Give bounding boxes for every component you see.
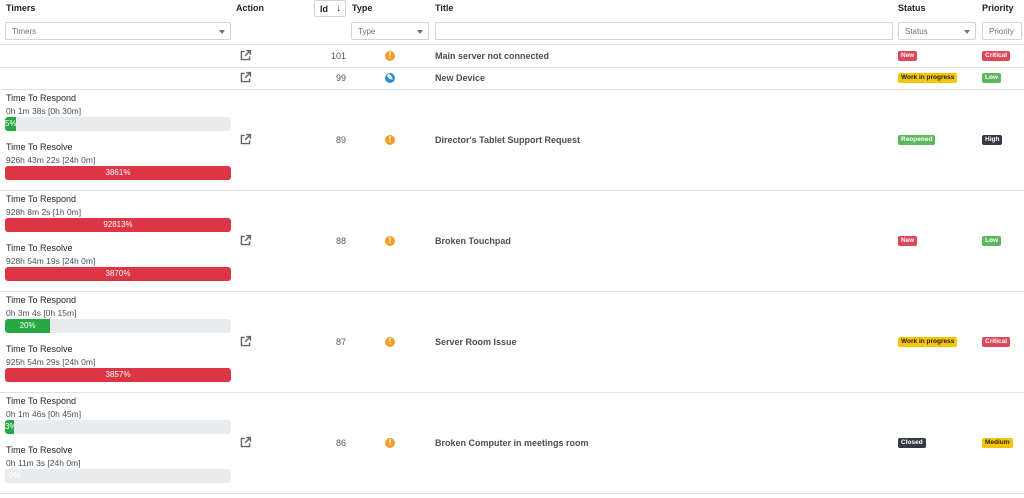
timer-progress-bar: 5% xyxy=(5,117,231,131)
status-filter-value: Status xyxy=(905,27,928,36)
ticket-id: 99 xyxy=(335,73,346,83)
chevron-down-icon xyxy=(219,30,225,34)
table-row[interactable]: 88! Broken Touchpad New Low Time To Respond 9… xyxy=(0,191,1024,292)
chevron-down-icon xyxy=(417,30,423,34)
table-row[interactable]: 101! Main server not connected New Critical xyxy=(0,45,1024,68)
ticket-title[interactable]: New Device xyxy=(435,73,485,83)
device-request-icon: ✎ xyxy=(385,73,395,83)
open-link-icon[interactable] xyxy=(239,71,252,84)
open-link-icon[interactable] xyxy=(239,49,252,62)
type-filter-value: Type xyxy=(358,27,376,36)
timer-progress-fill: 3861% xyxy=(5,166,231,180)
ticket-id: 88 xyxy=(335,236,346,246)
priority-badge: Critical xyxy=(982,337,1011,347)
col-header-id-sort[interactable]: Id ↓ xyxy=(314,0,346,17)
open-link-icon[interactable] xyxy=(239,133,252,146)
timer-value: 0h 3m 4s [0h 15m] xyxy=(6,308,77,318)
col-header-action: Action xyxy=(236,3,264,13)
timer-label: Time To Respond xyxy=(6,295,77,305)
timer-progress-fill: 92813% xyxy=(5,218,231,232)
priority-badge: Low xyxy=(982,236,1001,246)
status-badge: Work in progress xyxy=(898,337,958,347)
timer-value: 0h 1m 38s [0h 30m] xyxy=(6,106,82,116)
open-link-icon[interactable] xyxy=(239,234,252,247)
type-filter-select[interactable]: Type xyxy=(351,22,429,40)
timer-label: Time To Respond xyxy=(6,194,77,204)
filter-row: Timers Type Status Priority xyxy=(0,19,1024,45)
status-filter-select[interactable]: Status xyxy=(898,22,976,40)
timer-progress-fill: 3% xyxy=(5,420,15,434)
timer-value: 0h 1m 46s [0h 45m] xyxy=(6,409,82,419)
timers-filter-value: Timers xyxy=(12,27,37,36)
timer-label: Time To Resolve xyxy=(6,142,73,152)
table-header: Timers Action Id ↓ Type Title Status Pri… xyxy=(0,0,1024,19)
timer-value: 925h 54m 29s [24h 0m] xyxy=(6,357,96,367)
priority-badge: High xyxy=(982,135,1003,145)
exclamation-icon: ! xyxy=(385,236,395,246)
status-badge: Reopened xyxy=(898,135,936,145)
col-header-type[interactable]: Type xyxy=(352,3,372,13)
timer-progress-fill: 5% xyxy=(5,117,17,131)
timer-value: 0h 11m 3s [24h 0m] xyxy=(6,458,81,468)
table-row[interactable]: 99 ✎ New Device Work in progress Low xyxy=(0,68,1024,90)
timer-progress-text: 0% xyxy=(9,471,21,480)
timer-progress-bar: 0% xyxy=(5,469,231,483)
timer-value: 926h 43m 22s [24h 0m] xyxy=(6,155,96,165)
exclamation-icon: ! xyxy=(385,337,395,347)
col-header-timers[interactable]: Timers xyxy=(6,3,35,13)
timer-label: Time To Respond xyxy=(6,93,77,103)
status-badge: Closed xyxy=(898,438,926,448)
timer-progress-bar: 20% xyxy=(5,319,231,333)
timer-value: 928h 8m 2s [1h 0m] xyxy=(6,207,82,217)
priority-badge: Medium xyxy=(982,438,1013,448)
timer-label: Time To Respond xyxy=(6,396,77,406)
ticket-title[interactable]: Main server not connected xyxy=(435,51,549,61)
status-badge: New xyxy=(898,236,918,246)
timer-progress-bar: 92813% xyxy=(5,218,231,232)
exclamation-icon: ! xyxy=(385,135,395,145)
exclamation-icon: ! xyxy=(385,51,395,61)
table-row[interactable]: 86! Broken Computer in meetings room Close… xyxy=(0,393,1024,494)
ticket-id: 89 xyxy=(335,135,346,145)
timer-progress-fill: 20% xyxy=(5,319,51,333)
col-header-status[interactable]: Status xyxy=(898,3,926,13)
ticket-title[interactable]: Server Room Issue xyxy=(435,337,517,347)
exclamation-icon: ! xyxy=(385,438,395,448)
timer-progress-fill: 3857% xyxy=(5,368,231,382)
status-badge: New xyxy=(898,51,918,61)
ticket-title[interactable]: Broken Computer in meetings room xyxy=(435,438,589,448)
title-filter-input[interactable] xyxy=(435,22,893,40)
timers-filter-select[interactable]: Timers xyxy=(5,22,231,40)
timer-progress-bar: 3861% xyxy=(5,166,231,180)
timer-label: Time To Resolve xyxy=(6,344,73,354)
timer-progress-fill: 3870% xyxy=(5,267,231,281)
timer-value: 928h 54m 19s [24h 0m] xyxy=(6,256,96,266)
table-row[interactable]: 87! Server Room Issue Work in progress Crit… xyxy=(0,292,1024,393)
open-link-icon[interactable] xyxy=(239,436,252,449)
priority-badge: Low xyxy=(982,73,1001,83)
timer-progress-bar: 3870% xyxy=(5,267,231,281)
col-header-priority[interactable]: Priority xyxy=(982,3,1014,13)
ticket-title[interactable]: Broken Touchpad xyxy=(435,236,511,246)
timer-progress-bar: 3857% xyxy=(5,368,231,382)
arrow-down-icon: ↓ xyxy=(336,3,341,14)
col-header-title[interactable]: Title xyxy=(435,3,453,13)
chevron-down-icon xyxy=(964,30,970,34)
priority-filter-input[interactable]: Priority xyxy=(982,22,1022,40)
timer-label: Time To Resolve xyxy=(6,243,73,253)
ticket-id: 101 xyxy=(330,51,346,61)
status-badge: Work in progress xyxy=(898,73,958,83)
ticket-id: 86 xyxy=(335,438,346,448)
ticket-title[interactable]: Director's Tablet Support Request xyxy=(435,135,580,145)
col-header-id: Id xyxy=(320,4,328,14)
table-row[interactable]: 89! Director's Tablet Support Request Reop… xyxy=(0,90,1024,191)
timer-progress-bar: 3% xyxy=(5,420,231,434)
ticket-id: 87 xyxy=(335,337,346,347)
open-link-icon[interactable] xyxy=(239,335,252,348)
priority-badge: Critical xyxy=(982,51,1011,61)
timer-label: Time To Resolve xyxy=(6,445,73,455)
